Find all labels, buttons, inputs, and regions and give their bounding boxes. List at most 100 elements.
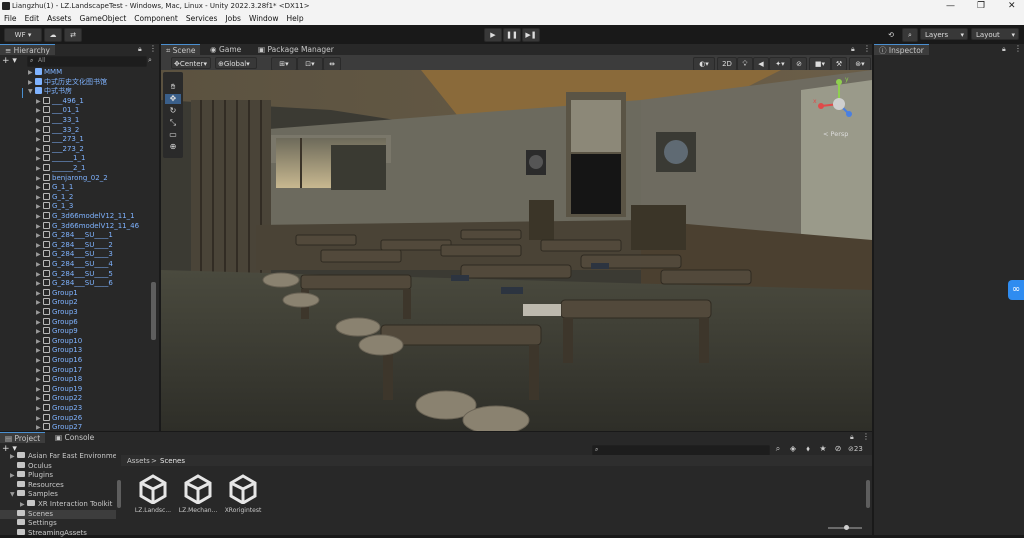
pivot-dropdown[interactable]: ✥Center▾ [171, 57, 211, 69]
space-dropdown[interactable]: ⊕Global▾ [215, 57, 257, 69]
expand-arrow-right-icon[interactable]: ▶ [36, 183, 43, 193]
expand-arrow-right-icon[interactable]: ▶ [36, 404, 43, 414]
hierarchy-item[interactable]: ▶ Group17 [0, 365, 82, 376]
menu-jobs[interactable]: Jobs [221, 13, 244, 23]
camera-icon[interactable]: ■▾ [809, 57, 831, 71]
hierarchy-item[interactable]: ▶ G_284___SU____1 [0, 231, 113, 241]
tab-project[interactable]: ▤ Project [0, 432, 46, 443]
grid-snap-icon[interactable]: ⊞▾ [271, 57, 297, 71]
expand-arrow-right-icon[interactable]: ▶ [36, 327, 43, 337]
orientation-gizmo[interactable]: y x [811, 76, 867, 132]
hierarchy-item[interactable]: ▶ Group1 [0, 288, 78, 299]
expand-arrow-right-icon[interactable]: ▶ [36, 135, 43, 145]
hierarchy-item[interactable]: ▶ Group10 [0, 336, 82, 347]
hierarchy-item[interactable]: ▶ G_284___SU____3 [0, 250, 113, 260]
expand-arrow-right-icon[interactable]: ▶ [36, 385, 43, 395]
expand-arrow-right-icon[interactable]: ▶ [36, 346, 43, 356]
hierarchy-search-input[interactable]: ⌕ All [27, 56, 147, 67]
scene-asset[interactable]: XRorigintest [221, 474, 265, 514]
breadcrumb-assets[interactable]: Assets [127, 457, 150, 465]
side-widget-icon[interactable]: ∞ [1008, 280, 1024, 300]
hierarchy-item[interactable]: ▶ ___273_1 [0, 135, 84, 145]
folder-item[interactable]: ▶ Asian Far East Environme [0, 452, 116, 462]
step-button[interactable]: ▶❚ [522, 28, 540, 42]
increment-snap-icon[interactable]: ⊡▾ [297, 57, 323, 71]
shading-icon[interactable]: ◐▾ [693, 57, 715, 71]
lock-icon[interactable]: 🔒︎ [850, 433, 854, 442]
expand-arrow-right-icon[interactable]: ▶ [36, 366, 43, 376]
hierarchy-item[interactable]: ▶ Group19 [0, 384, 82, 395]
hierarchy-item[interactable]: ▶ ______2_1 [0, 164, 85, 174]
rotate-tool-icon[interactable]: ↻ [165, 106, 181, 116]
hidden-objects-icon[interactable]: ⊘ [791, 57, 807, 71]
zoom-slider-handle[interactable] [844, 525, 849, 530]
hierarchy-item[interactable]: ▶ ___273_2 [0, 144, 84, 155]
hierarchy-item[interactable]: ▶ Group6 [0, 317, 78, 328]
hierarchy-item[interactable]: ▶ Group18 [0, 375, 82, 385]
breadcrumb-scenes[interactable]: Scenes [160, 457, 185, 465]
menu-window[interactable]: Window [245, 13, 283, 23]
hierarchy-item[interactable]: ▶ Group13 [0, 346, 82, 356]
layers-dropdown[interactable]: Layers ▾ [920, 28, 968, 40]
folder-scrollbar[interactable] [117, 480, 121, 508]
frame-icon[interactable]: ⇹ [323, 57, 341, 71]
add-object-button[interactable]: + ▾ [2, 56, 24, 66]
zoom-slider[interactable] [828, 525, 862, 530]
lock-icon[interactable]: 🔒︎ [138, 45, 142, 54]
scale-tool-icon[interactable]: ⤡ [165, 118, 181, 128]
menu-component[interactable]: Component [130, 13, 182, 23]
tab-hierarchy[interactable]: ≡ Hierarchy [0, 44, 55, 55]
more-options-icon[interactable]: ⋮ [1014, 44, 1022, 53]
2d-toggle[interactable]: 2D [717, 57, 737, 71]
expand-arrow-right-icon[interactable]: ▶ [36, 193, 43, 203]
more-options-icon[interactable]: ⋮ [149, 44, 157, 53]
folder-item[interactable]: ▼ Samples [0, 490, 116, 500]
hierarchy-item[interactable]: ▶ Group23 [0, 404, 82, 414]
more-options-icon[interactable]: ⋮ [863, 44, 871, 53]
play-button[interactable]: ▶ [484, 28, 502, 42]
hierarchy-item[interactable]: ▶ ___496_1 [0, 96, 84, 107]
hierarchy-item[interactable]: ▶ G_284___SU____6 [0, 279, 113, 289]
tab-game[interactable]: ◉ Game [205, 44, 246, 55]
expand-arrow-right-icon[interactable]: ▶ [36, 298, 43, 308]
transform-tool-icon[interactable]: ⊕ [165, 142, 181, 152]
folder-arrow-icon[interactable]: ▶ [20, 500, 27, 510]
tab-inspector[interactable]: ⓘ Inspector [874, 44, 929, 55]
expand-arrow-right-icon[interactable]: ▶ [36, 337, 43, 347]
maximize-button[interactable]: ❐ [977, 1, 985, 11]
label-filter-icon[interactable]: ⬧ [802, 444, 814, 454]
assets-scrollbar[interactable] [866, 480, 870, 508]
folder-item[interactable]: StreamingAssets [0, 528, 116, 538]
scene-asset[interactable]: LZ.Mechan... [176, 474, 220, 514]
folder-arrow-icon[interactable]: ▶ [10, 452, 17, 462]
search-options-icon[interactable]: ⌕ [148, 56, 152, 65]
lighting-icon[interactable]: 💡︎ [737, 57, 753, 71]
tools-icon[interactable]: ⚒ [831, 57, 847, 71]
expand-arrow-right-icon[interactable]: ▶ [36, 394, 43, 404]
folder-item[interactable]: ▶ Plugins [0, 471, 116, 481]
projection-label[interactable]: < Persp [823, 130, 848, 138]
lock-icon[interactable]: 🔒︎ [851, 45, 855, 54]
hierarchy-item[interactable]: ▶ G_1_3 [0, 202, 73, 212]
hierarchy-item[interactable]: ▶ G_1_1 [0, 183, 73, 193]
move-tool-icon[interactable]: ✥ [165, 94, 181, 104]
expand-arrow-right-icon[interactable]: ▶ [36, 270, 43, 280]
expand-arrow-right-icon[interactable]: ▶ [28, 78, 35, 88]
hierarchy-item[interactable]: ▶ G_1_2 [0, 192, 73, 203]
pause-button[interactable]: ❚❚ [503, 28, 521, 42]
expand-arrow-right-icon[interactable]: ▶ [36, 212, 43, 222]
hierarchy-item[interactable]: ▶ G_3d66modelV12_11_1 [0, 212, 135, 222]
folder-item[interactable]: Oculus [0, 461, 116, 472]
expand-arrow-right-icon[interactable]: ▶ [36, 202, 43, 212]
expand-arrow-down-icon[interactable]: ▼ [28, 87, 35, 97]
expand-arrow-right-icon[interactable]: ▶ [36, 164, 43, 174]
hierarchy-item[interactable]: ▶ ______1_1 [0, 154, 85, 164]
hierarchy-item[interactable]: ▶ 中式历史文化图书馆 [0, 77, 107, 88]
expand-arrow-right-icon[interactable]: ▶ [36, 222, 43, 232]
menu-help[interactable]: Help [283, 13, 308, 23]
hierarchy-item[interactable]: ▶ G_3d66modelV12_11_46 [0, 221, 139, 232]
history-icon[interactable]: ⟲ [883, 28, 899, 42]
audio-icon[interactable]: ◀ [753, 57, 769, 71]
hierarchy-item[interactable]: ▶ G_284___SU____4 [0, 260, 113, 270]
gizmos-icon[interactable]: ⊛▾ [849, 57, 871, 71]
